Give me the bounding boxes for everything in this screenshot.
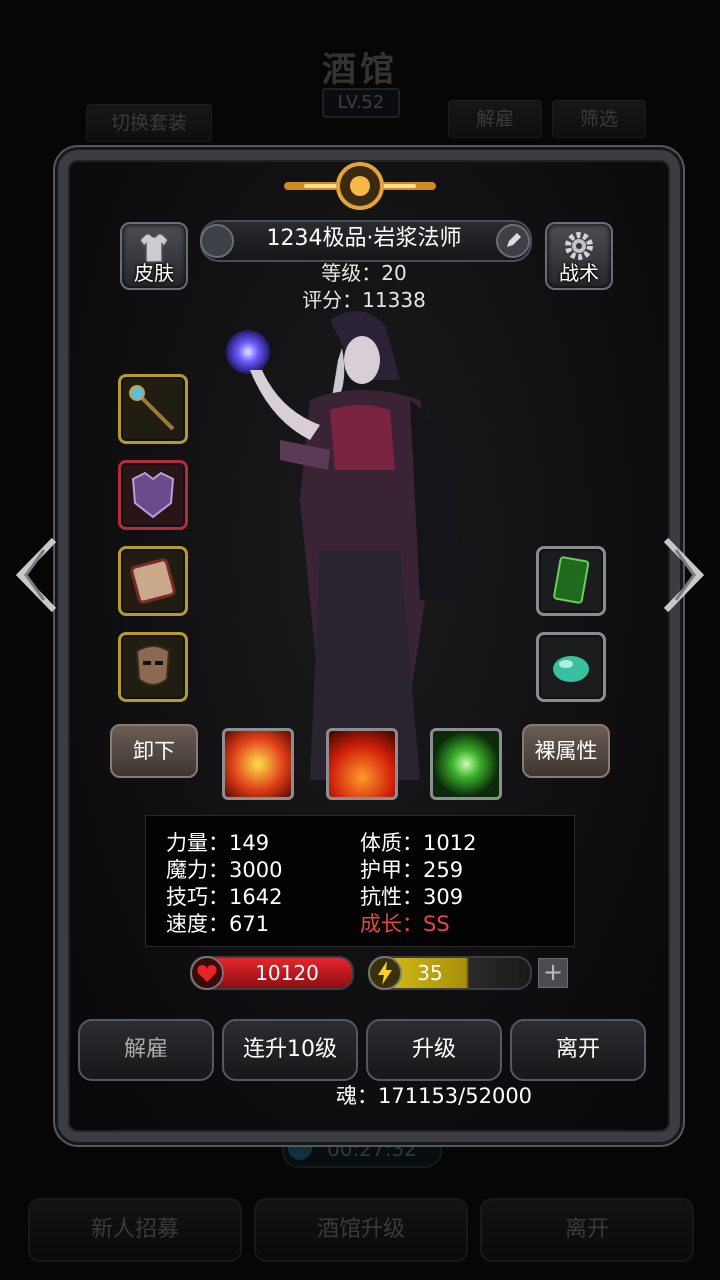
equip-slot-armor[interactable] [118,460,188,530]
stat-skill: 技巧：1642 [166,885,283,909]
hero-level: 等级：20 [321,261,407,285]
heart-icon [190,956,224,990]
skill-slot-3[interactable] [430,728,502,800]
stat-magic: 魔力：3000 [166,858,283,882]
leave-button[interactable]: 离开 [510,1019,646,1081]
edit-name-icon[interactable] [496,224,530,258]
skin-button[interactable]: 皮肤 [120,222,188,290]
scroll-icon [130,558,176,604]
prev-hero-arrow-icon[interactable] [10,530,60,620]
stats-right-column: 体质：1012 护甲：259 抗性：309 成长：SS [360,830,476,938]
hp-value: 10120 [255,961,319,985]
base-attributes-button[interactable]: 裸属性 [522,724,610,778]
skill-slot-1[interactable] [222,728,294,800]
stat-armor: 护甲：259 [360,858,464,882]
skill-slot-2[interactable] [326,728,398,800]
panel-crest-icon [284,162,436,210]
equip-slot-card[interactable] [536,546,606,616]
dismiss-button[interactable]: 解雇 [78,1019,214,1081]
stat-growth: 成长：SS [360,912,450,936]
unequip-button[interactable]: 卸下 [110,724,198,778]
next-hero-arrow-icon[interactable] [660,530,710,620]
lightning-icon [368,956,402,990]
stat-resistance: 抗性：309 [360,885,464,909]
gem-icon [553,656,589,682]
level-up-button[interactable]: 升级 [366,1019,502,1081]
stat-speed: 速度：671 [166,912,270,936]
equip-slot-weapon[interactable] [118,374,188,444]
equip-slot-helmet[interactable] [118,632,188,702]
staff-icon [129,385,175,431]
equip-slot-gem[interactable] [536,632,606,702]
hero-badge-icon [200,224,234,258]
tactics-label: 战术 [559,261,599,285]
energy-bar: 35 [368,956,532,990]
equip-slot-accessory[interactable] [118,546,188,616]
mask-icon [135,645,171,686]
add-energy-button[interactable]: + [538,958,568,988]
stat-constitution: 体质：1012 [360,831,477,855]
energy-value: 35 [417,961,443,985]
hero-name: 1234极品·岩浆法师 [266,226,462,251]
soul-counter: 魂：171153/52000 [336,1084,533,1108]
stat-strength: 力量：149 [166,831,270,855]
hp-bar: 10120 [190,956,354,990]
level-up-10-button[interactable]: 连升10级 [222,1019,358,1081]
stats-left-column: 力量：149 魔力：3000 技巧：1642 速度：671 [166,830,282,938]
skin-label: 皮肤 [134,261,174,285]
armor-icon [131,471,175,519]
card-icon [553,556,590,604]
tactics-button[interactable]: 战术 [545,222,613,290]
